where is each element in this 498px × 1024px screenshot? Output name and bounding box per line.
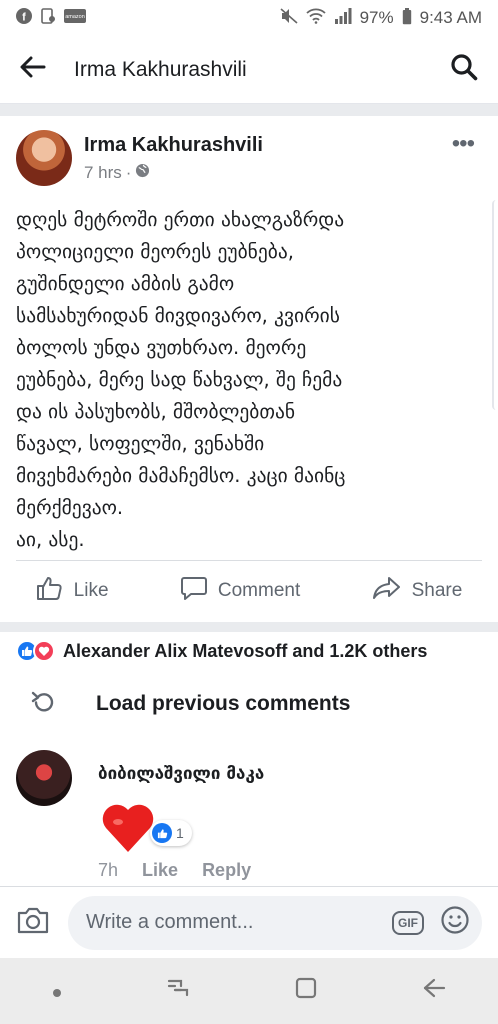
share-label: Share [411, 580, 463, 601]
comment-like-button[interactable]: Like [142, 860, 178, 881]
comment-reaction-count: 1 [176, 825, 184, 841]
scroll-indicator[interactable] [492, 200, 498, 410]
emoji-icon[interactable] [440, 905, 470, 940]
status-notifications: f amazon [16, 8, 86, 28]
wifi-icon [305, 8, 326, 28]
post-body-line: დღეს მეტროში ერთი ახალგაზრდა [16, 208, 345, 231]
post-body-line: ეუბნება, მერე სად წახვალ, შე ჩემა [16, 368, 343, 391]
love-reaction-icon [33, 640, 55, 662]
top-bar: Irma Kakhurashvili [0, 36, 498, 104]
reaction-icons [16, 640, 55, 662]
back-icon[interactable] [421, 977, 447, 1005]
load-previous-comments[interactable]: Load previous comments [30, 682, 480, 726]
back-arrow-icon[interactable] [20, 56, 46, 83]
refresh-icon [30, 689, 56, 720]
post-meta: Irma Kakhurashvili 7 hrs · [84, 134, 482, 183]
like-button[interactable]: Like [36, 575, 109, 607]
facebook-notification-icon: f [16, 8, 32, 28]
share-arrow-icon [372, 575, 402, 607]
battery-icon [402, 7, 412, 29]
battery-percent: 97% [359, 8, 394, 27]
globe-icon [135, 163, 150, 183]
post-body-line: გუშინდელი ამბის გამო [16, 272, 235, 295]
post-body-line: ბოლოს უნდა ვუთხრაო. მეორე [16, 336, 307, 359]
comment: ბიბილაშვილი მაკა 1 7h Like Reply [16, 748, 486, 888]
camera-icon[interactable] [16, 905, 50, 940]
gif-button[interactable]: GIF [392, 910, 424, 935]
more-options-icon[interactable]: ••• [452, 130, 475, 158]
post-body-line: და ის პასუხობს, მშობლებთან [16, 400, 296, 423]
comment-reaction-badge[interactable]: 1 [150, 820, 192, 846]
comment-author[interactable]: ბიბილაშვილი მაკა [98, 764, 264, 784]
like-label: Like [73, 580, 109, 601]
comment-label: Comment [217, 580, 301, 601]
comment-reply-button[interactable]: Reply [202, 860, 251, 881]
post-time[interactable]: 7 hrs [84, 163, 122, 183]
actions-separator [16, 560, 482, 561]
home-icon[interactable] [294, 976, 318, 1006]
section-divider [0, 104, 498, 116]
reactions-summary[interactable]: Alexander Alix Matevosoff and 1.2K other… [16, 636, 486, 666]
load-previous-label: Load previous comments [96, 692, 351, 715]
post-actions: Like Comment Share [0, 564, 498, 618]
page-title: Irma Kakhurashvili [74, 57, 247, 81]
share-button[interactable]: Share [372, 575, 463, 607]
comment-button[interactable]: Comment [180, 575, 300, 607]
search-icon[interactable] [450, 53, 478, 86]
screenshot-notification-icon [40, 8, 56, 28]
signal-icon [334, 8, 352, 28]
svg-text:amazon: amazon [65, 14, 85, 20]
recent-apps-icon[interactable] [165, 977, 191, 1005]
comment-composer: Write a comment... GIF [0, 886, 498, 958]
clock: 9:43 AM [419, 8, 482, 27]
comment-avatar[interactable] [16, 750, 72, 806]
status-bar: f amazon 97% 9:43 AM [0, 0, 498, 36]
comment-meta: 7h Like Reply [98, 860, 251, 881]
post-body: დღეს მეტროში ერთი ახალგაზრდა პოლიციელი მე… [16, 204, 478, 556]
reactions-text: Alexander Alix Matevosoff and 1.2K other… [63, 640, 428, 661]
comment-bubble-icon [180, 575, 208, 607]
post-body-line: წავალ, სოფელში, ვენახში [16, 432, 265, 455]
like-reaction-icon [152, 823, 172, 843]
comment-time: 7h [98, 860, 119, 880]
comment-input-placeholder: Write a comment... [86, 911, 254, 933]
status-indicators: 97% 9:43 AM [280, 7, 482, 29]
post-time-row: 7 hrs · [84, 163, 482, 183]
amazon-notification-icon: amazon [64, 9, 86, 27]
comment-input[interactable]: Write a comment... GIF [68, 895, 482, 950]
avatar[interactable] [16, 130, 72, 186]
post-body-line: სამსახურიდან მივდივარო, კვირის [16, 304, 340, 327]
heart-sticker-icon [102, 804, 154, 852]
section-divider [0, 622, 498, 632]
post-header: Irma Kakhurashvili 7 hrs · ••• [16, 126, 482, 190]
post-body-line: მივეხმარები მამაჩემსო. კაცი მაინც [16, 464, 346, 487]
separator-dot: · [125, 162, 132, 182]
svg-text:f: f [22, 12, 26, 24]
thumbs-up-icon [36, 575, 64, 607]
post-body-line: მერქმევაო. [16, 496, 124, 519]
system-nav-bar [0, 958, 498, 1024]
nav-dot-icon[interactable] [52, 978, 62, 1004]
post-body-line: აი, ასე. [16, 528, 85, 551]
mute-icon [280, 8, 298, 28]
post-author[interactable]: Irma Kakhurashvili [84, 134, 482, 157]
post-body-line: პოლიციელი მეორეს ეუბნება, [16, 240, 294, 263]
